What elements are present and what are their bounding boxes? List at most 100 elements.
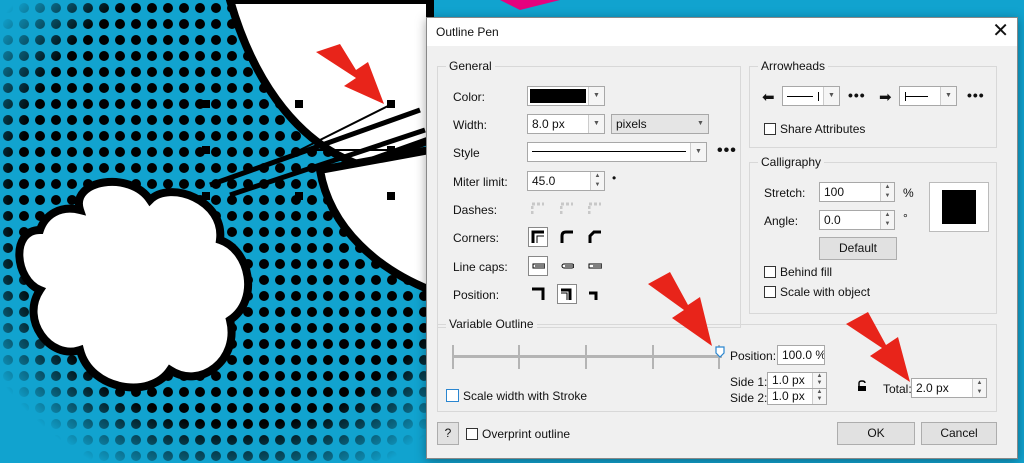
spin-arrows-icon[interactable]: ▲ ▼ xyxy=(812,373,826,388)
line-preview xyxy=(905,96,928,97)
stretch-unit: % xyxy=(903,186,914,200)
miter-limit-input[interactable]: 45.0 ▲ ▼ xyxy=(527,171,605,191)
spin-arrows-icon[interactable]: ▲ ▼ xyxy=(880,183,894,201)
vo-position-label: Position: xyxy=(730,349,777,363)
miter-limit-label: Miter limit: xyxy=(453,175,508,189)
total-value: 2.0 px xyxy=(916,381,949,395)
position-outside-button[interactable] xyxy=(528,284,548,304)
chevron-down-icon: ▼ xyxy=(940,87,956,105)
corner-bevel-button[interactable] xyxy=(585,227,605,247)
behind-fill-label: Behind fill xyxy=(780,265,833,279)
slider-tick xyxy=(452,345,454,369)
position-inside-button[interactable] xyxy=(585,284,605,304)
vo-position-value: 100.0 % xyxy=(782,348,825,362)
side1-value: 1.0 px xyxy=(772,373,805,387)
start-arrowhead-select[interactable]: ▼ xyxy=(782,86,840,106)
units-value: pixels xyxy=(616,117,647,131)
color-picker[interactable]: ▼ xyxy=(527,86,605,106)
corners-label: Corners: xyxy=(453,231,500,245)
title-bar: Outline Pen ✕ xyxy=(427,18,1017,46)
corner-round-button[interactable] xyxy=(557,227,577,247)
line-preview xyxy=(787,96,813,97)
chevron-down-icon: ▼ xyxy=(588,87,604,105)
stretch-input[interactable]: 100 ▲ ▼ xyxy=(819,182,895,202)
width-value: 8.0 px xyxy=(532,117,565,131)
arrowheads-group-title: Arrowheads xyxy=(758,59,829,73)
cap-round-button[interactable] xyxy=(557,256,577,276)
color-swatch xyxy=(530,89,586,103)
position-center-button[interactable] xyxy=(557,284,577,304)
units-select[interactable]: pixels ▼ xyxy=(611,114,709,134)
line-style-preview xyxy=(532,151,686,152)
slider-track xyxy=(452,355,722,358)
chevron-down-icon: ▼ xyxy=(823,87,839,105)
width-input[interactable]: 8.0 px ▼ xyxy=(527,114,605,134)
angle-value: 0.0 xyxy=(824,213,841,227)
dash-option-2[interactable] xyxy=(557,199,577,219)
chevron-down-icon: ▼ xyxy=(690,143,706,161)
help-button[interactable]: ? xyxy=(437,422,459,445)
variable-width-slider[interactable] xyxy=(452,342,725,376)
more-options-icon[interactable]: ••• xyxy=(717,143,737,159)
side1-input[interactable]: 1.0 px ▲ ▼ xyxy=(767,372,827,389)
angle-unit: ° xyxy=(903,211,908,225)
angle-input[interactable]: 0.0 ▲ ▼ xyxy=(819,210,895,230)
slider-tick xyxy=(518,345,520,369)
spin-arrows-icon[interactable]: ▲ ▼ xyxy=(972,379,986,397)
scale-with-object-label: Scale with object xyxy=(780,285,871,299)
miter-unit-mark: • xyxy=(612,171,617,185)
cap-butt-button[interactable] xyxy=(528,256,548,276)
arrow-left-icon: ⬅ xyxy=(762,89,775,106)
cap-square-button[interactable] xyxy=(585,256,605,276)
overprint-outline-checkbox[interactable] xyxy=(466,428,478,440)
miter-limit-value: 45.0 xyxy=(532,174,556,188)
color-label: Color: xyxy=(453,90,486,104)
stretch-value: 100 xyxy=(824,185,845,199)
end-arrowhead-select[interactable]: ▼ xyxy=(899,86,957,106)
spin-arrows-icon[interactable]: ▲ ▼ xyxy=(812,389,826,404)
dash-option-3[interactable] xyxy=(585,199,605,219)
total-label: Total: xyxy=(883,382,912,396)
corner-miter-button[interactable] xyxy=(528,227,548,247)
side2-value: 1.0 px xyxy=(772,389,805,403)
behind-fill-checkbox[interactable] xyxy=(764,266,776,278)
slider-handle[interactable] xyxy=(715,346,725,358)
slider-tick xyxy=(652,345,654,369)
arrow-right-icon: ➡ xyxy=(879,89,892,106)
outline-pen-dialog: Outline Pen ✕ General Color: ▼ Width: 8.… xyxy=(426,17,1018,459)
stretch-label: Stretch: xyxy=(764,186,806,200)
dialog-title: Outline Pen xyxy=(436,25,499,39)
share-attributes-checkbox[interactable] xyxy=(764,123,776,135)
style-label: Style xyxy=(453,146,480,160)
dash-option-1[interactable] xyxy=(528,199,548,219)
calligraphy-group-title: Calligraphy xyxy=(758,155,825,169)
style-select[interactable]: ▼ xyxy=(527,142,707,162)
spin-arrows-icon[interactable]: ▲ ▼ xyxy=(590,172,604,190)
overprint-outline-label: Overprint outline xyxy=(482,427,571,441)
chevron-down-icon: ▼ xyxy=(693,115,708,133)
chevron-down-icon: ▼ xyxy=(588,115,604,133)
width-label: Width: xyxy=(453,118,488,132)
close-icon[interactable]: ✕ xyxy=(992,19,1009,43)
share-attributes-label: Share Attributes xyxy=(780,122,866,136)
default-button[interactable]: Default xyxy=(819,237,897,260)
total-input[interactable]: 2.0 px ▲ ▼ xyxy=(911,378,987,398)
end-arrow-options-icon[interactable]: ••• xyxy=(967,88,985,102)
lock-icon[interactable] xyxy=(857,380,867,392)
scale-width-with-stroke-label: Scale width with Stroke xyxy=(463,389,588,403)
scale-with-object-checkbox[interactable] xyxy=(764,286,776,298)
general-group-title: General xyxy=(446,59,495,73)
side2-label: Side 2: xyxy=(730,391,768,405)
nib-preview xyxy=(929,182,989,232)
nib-shape xyxy=(942,190,976,224)
side1-label: Side 1: xyxy=(730,375,768,389)
line-caps-label: Line caps: xyxy=(453,260,508,274)
cancel-button[interactable]: Cancel xyxy=(921,422,997,445)
start-arrow-options-icon[interactable]: ••• xyxy=(848,88,866,102)
scale-width-with-stroke-checkbox[interactable] xyxy=(446,389,459,402)
spin-arrows-icon[interactable]: ▲ ▼ xyxy=(880,211,894,229)
variable-outline-group-title: Variable Outline xyxy=(446,317,537,331)
side2-input[interactable]: 1.0 px ▲ ▼ xyxy=(767,388,827,405)
vo-position-input[interactable]: 100.0 % xyxy=(777,345,825,365)
ok-button[interactable]: OK xyxy=(837,422,915,445)
